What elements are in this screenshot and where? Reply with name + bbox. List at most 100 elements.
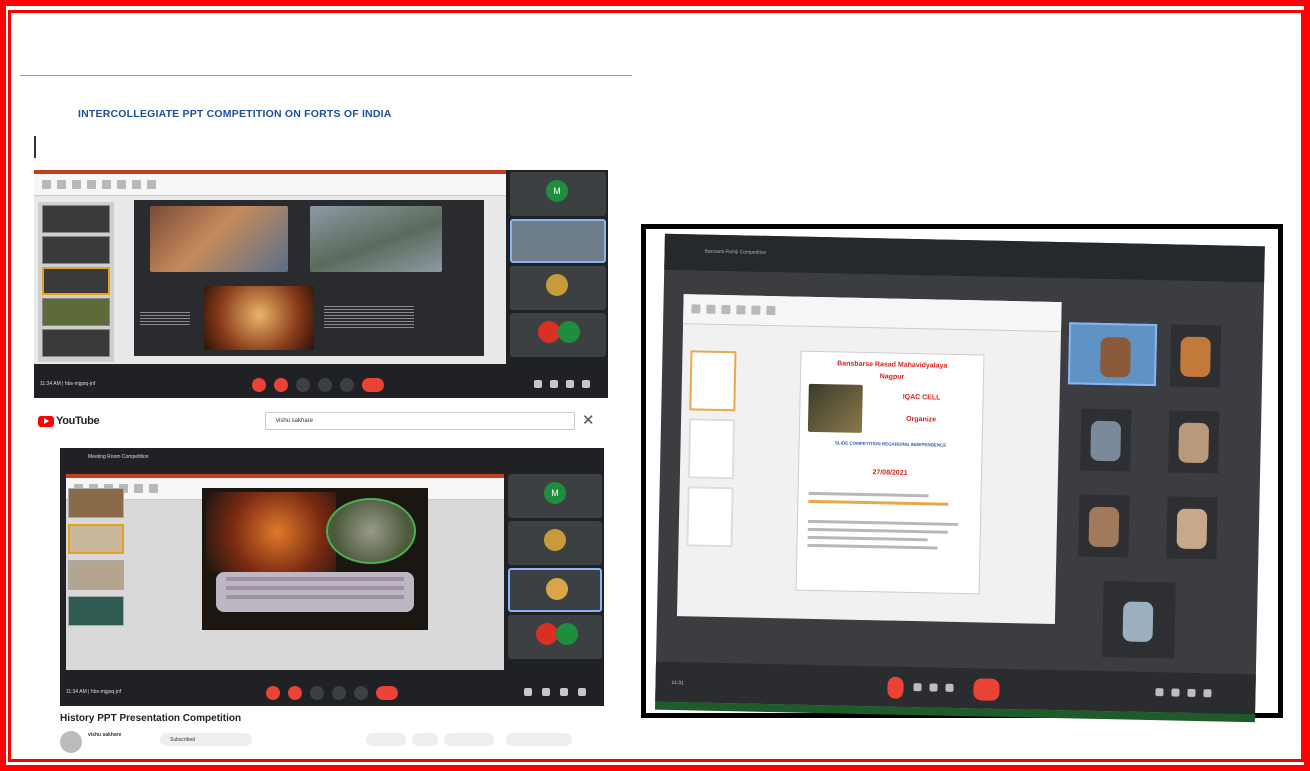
ribbon-icon <box>72 180 81 189</box>
ribbon-icon <box>691 304 701 314</box>
participant-video <box>1178 422 1210 464</box>
participant-tile-active[interactable] <box>508 568 602 612</box>
ribbon-icon <box>147 180 156 189</box>
camera-button[interactable] <box>288 686 302 700</box>
ribbon-icon <box>134 484 143 493</box>
participant-tile[interactable] <box>1078 494 1130 558</box>
participant-tile[interactable] <box>1169 324 1222 388</box>
horizontal-rule <box>20 75 632 76</box>
participant-avatar <box>546 274 568 296</box>
current-slide <box>202 488 428 630</box>
mic-button[interactable] <box>887 676 904 699</box>
search-input[interactable]: vishu sakhare <box>265 412 575 430</box>
ppt-ribbon <box>34 174 506 196</box>
slide-heading: Bansbarse Rasad Mahavidyalaya <box>837 360 948 370</box>
camera-button[interactable] <box>913 683 922 692</box>
activities-icon[interactable] <box>582 380 590 388</box>
participant-tile[interactable] <box>1168 410 1220 474</box>
participant-tiles: M <box>508 474 602 670</box>
camera-button[interactable] <box>274 378 288 392</box>
present-button[interactable] <box>332 686 346 700</box>
end-call-button[interactable] <box>973 678 1000 701</box>
present-button[interactable] <box>929 683 938 692</box>
current-slide: Bansbarse Rasad Mahavidyalaya Nagpur IQA… <box>795 350 985 595</box>
slide-heading: Nagpur <box>879 373 905 381</box>
slide-thumbnail <box>68 488 124 518</box>
youtube-video-player[interactable]: Meeting Room Competition M 11:34 AM | hb… <box>60 448 604 706</box>
ribbon-icon <box>751 305 761 315</box>
end-call-button[interactable] <box>362 378 384 392</box>
participant-avatar <box>546 578 568 600</box>
slide-thumbnail-selected <box>68 524 124 554</box>
captions-button[interactable] <box>296 378 310 392</box>
participant-tile[interactable] <box>510 266 606 310</box>
participant-video <box>1176 508 1208 550</box>
participant-tile[interactable] <box>1080 408 1132 472</box>
video-title[interactable]: History PPT Presentation Competition <box>60 713 241 724</box>
participant-tile[interactable] <box>510 313 606 357</box>
end-call-button[interactable] <box>376 686 398 700</box>
page-title: INTERCOLLEGIATE PPT COMPETITION ON FORTS… <box>78 108 392 120</box>
info-icon[interactable] <box>1155 688 1164 697</box>
share-button[interactable] <box>444 733 494 746</box>
more-options-button[interactable] <box>354 686 368 700</box>
ribbon-icon <box>766 305 776 316</box>
channel-avatar[interactable] <box>60 731 82 753</box>
slide-thumbnail <box>68 596 124 626</box>
ribbon-icon <box>149 484 158 493</box>
slide-thumbnail <box>68 560 124 590</box>
slide-battle-image <box>204 286 314 350</box>
chat-icon[interactable] <box>566 380 574 388</box>
participant-avatar: M <box>544 482 566 504</box>
like-button[interactable] <box>366 733 406 746</box>
participant-tile[interactable] <box>508 521 602 565</box>
shared-ppt-window: Bansbarse Rasad Mahavidyalaya Nagpur IQA… <box>676 294 1062 625</box>
present-button[interactable] <box>318 378 332 392</box>
participant-avatar <box>538 321 560 343</box>
participant-tile-active[interactable] <box>510 219 606 263</box>
activities-icon[interactable] <box>578 688 586 696</box>
slide-text-block <box>324 304 414 328</box>
activities-icon[interactable] <box>1203 689 1212 698</box>
close-icon[interactable]: ✕ <box>582 412 595 430</box>
participant-tile[interactable]: M <box>510 172 606 216</box>
slide-thumbnail <box>686 486 734 548</box>
dislike-button[interactable] <box>412 733 438 746</box>
subscribe-button[interactable]: Subscribed <box>160 733 252 746</box>
chat-icon[interactable] <box>560 688 568 696</box>
meet-control-bar: 11:34 AM | hbs-mjgoq-jnf <box>34 372 608 398</box>
more-options-button[interactable] <box>340 378 354 392</box>
participant-avatar <box>544 529 566 551</box>
captions-button[interactable] <box>310 686 324 700</box>
ribbon-icon <box>706 304 716 314</box>
current-slide <box>134 200 484 356</box>
ribbon-icon <box>721 304 731 315</box>
participant-tile[interactable] <box>1166 496 1218 560</box>
channel-name[interactable]: vishu sakhare <box>88 732 121 738</box>
slide-text-block <box>216 572 414 612</box>
participant-tile[interactable] <box>1102 581 1176 659</box>
download-button[interactable] <box>506 733 572 746</box>
slide-thumbnail <box>42 236 110 264</box>
slide-thumbnail <box>42 298 110 326</box>
mic-button[interactable] <box>252 378 266 392</box>
slide-fort-image <box>326 498 416 564</box>
participant-tile[interactable] <box>508 615 602 659</box>
people-icon[interactable] <box>550 380 558 388</box>
mic-button[interactable] <box>266 686 280 700</box>
chat-icon[interactable] <box>1187 688 1196 697</box>
participant-tile[interactable]: M <box>508 474 602 518</box>
text-line <box>807 519 958 526</box>
participant-tile-active[interactable] <box>1067 322 1158 387</box>
more-options-button[interactable] <box>945 683 954 692</box>
ribbon-icon <box>117 180 126 189</box>
people-icon[interactable] <box>1171 688 1180 697</box>
info-icon[interactable] <box>524 688 532 696</box>
meeting-time: 11:34 AM | hbs-mjgoq-jnf <box>40 381 96 387</box>
info-icon[interactable] <box>534 380 542 388</box>
people-icon[interactable] <box>542 688 550 696</box>
meet-header: Meeting Room Competition <box>60 448 604 466</box>
youtube-logo[interactable]: YouTube <box>38 415 100 427</box>
participant-video <box>1180 336 1211 378</box>
slide-painting-image <box>150 206 288 272</box>
